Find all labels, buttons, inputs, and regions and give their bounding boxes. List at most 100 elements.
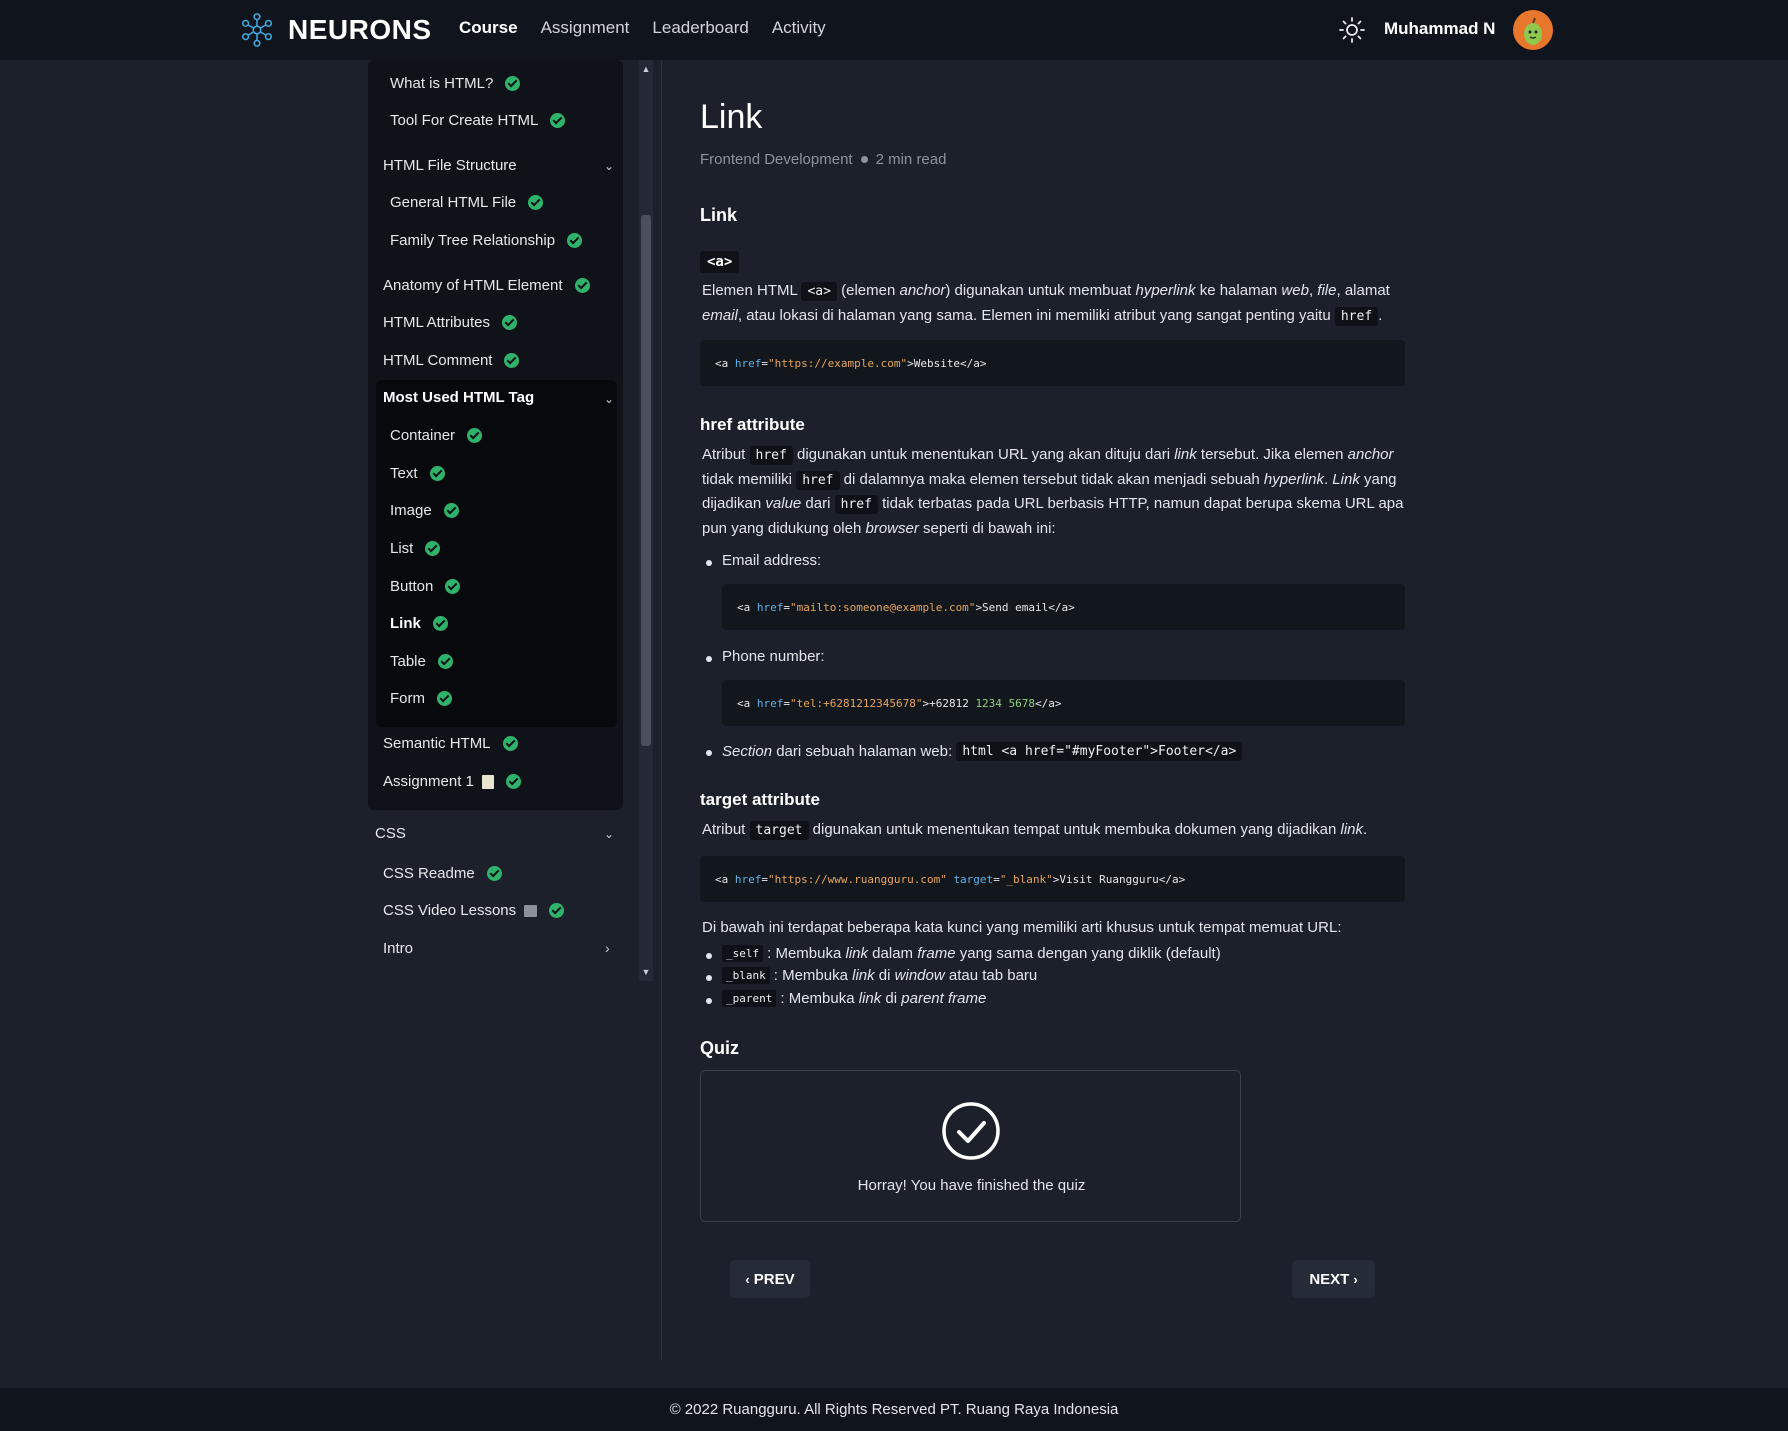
nav-course[interactable]: Course bbox=[459, 18, 518, 38]
chevron-right-icon[interactable]: › bbox=[605, 940, 610, 956]
sidebar-item-what-is-html[interactable]: What is HTML? bbox=[390, 75, 521, 92]
next-button[interactable]: NEXT › bbox=[1292, 1260, 1375, 1298]
code-block-phone: <a href = "tel:+6281212345678" >+62812 1234… bbox=[722, 680, 1405, 726]
target-description: Atribut target digunakan untuk menentuka… bbox=[702, 821, 1368, 840]
sidebar-item-label: HTML Comment bbox=[383, 352, 493, 369]
bullet-email: Email address: bbox=[705, 552, 822, 569]
nav-leaderboard[interactable]: Leaderboard bbox=[652, 18, 748, 38]
check-circle-icon bbox=[574, 278, 590, 293]
sidebar-item-label: Button bbox=[390, 578, 434, 595]
check-circle-icon bbox=[550, 113, 566, 128]
quiz-result-card: Horray! You have finished the quiz bbox=[700, 1070, 1241, 1222]
check-circle-icon bbox=[445, 579, 461, 594]
brand-name: NEURONS bbox=[288, 14, 432, 45]
check-circle-icon bbox=[432, 616, 448, 631]
code-block-target: <a href = "https://www.ruangguru.com" targ… bbox=[700, 856, 1405, 902]
check-circle-large-icon bbox=[942, 1102, 1000, 1160]
sidebar-item-label: List bbox=[390, 540, 414, 557]
check-circle-icon bbox=[429, 466, 445, 481]
film-icon bbox=[524, 904, 538, 917]
sidebar-item-label: Semantic HTML bbox=[383, 735, 491, 752]
sidebar-item-button[interactable]: Button bbox=[390, 578, 461, 595]
course-sidebar: What is HTML? Tool For Create HTML HTML … bbox=[368, 60, 623, 976]
sidebar-item-family-tree-relationship[interactable]: Family Tree Relationship bbox=[390, 232, 583, 249]
sidebar-item-label: Anatomy of HTML Element bbox=[383, 277, 563, 294]
check-circle-icon bbox=[505, 774, 521, 789]
check-circle-icon bbox=[528, 195, 544, 210]
section-heading-link: Link bbox=[700, 205, 738, 225]
check-circle-icon bbox=[549, 903, 565, 918]
code-block-email: <a href = "mailto:someone@example.com" >Sen… bbox=[722, 584, 1405, 630]
sidebar-item-list[interactable]: List bbox=[390, 540, 441, 557]
section-heading-href: href attribute bbox=[700, 415, 805, 434]
anchor-tag-chip: <a> bbox=[700, 251, 740, 273]
quiz-heading: Quiz bbox=[700, 1038, 739, 1058]
check-circle-icon bbox=[486, 866, 502, 881]
scrollbar-thumb[interactable] bbox=[641, 215, 651, 746]
sidebar-item-label: HTML File Structure bbox=[383, 157, 517, 174]
sidebar-section-most-used-html-tag[interactable]: Most Used HTML Tag bbox=[383, 389, 534, 406]
prev-button[interactable]: ‹ PREV bbox=[730, 1260, 810, 1298]
chevron-down-icon[interactable]: ⌄ bbox=[604, 392, 614, 406]
top-navbar: NEURONS Course Assignment Leaderboard Ac… bbox=[0, 0, 1788, 60]
page-footer: © 2022 Ruangguru. All Rights Reserved PT… bbox=[0, 1388, 1788, 1431]
nav-assignment[interactable]: Assignment bbox=[541, 18, 630, 38]
sidebar-item-tool-for-create-html[interactable]: Tool For Create HTML bbox=[390, 112, 566, 129]
sidebar-item-container[interactable]: Container bbox=[390, 427, 483, 444]
sidebar-item-label: CSS bbox=[375, 825, 406, 842]
scroll-down-arrow-icon[interactable]: ▼ bbox=[639, 965, 653, 979]
sidebar-item-image[interactable]: Image bbox=[390, 502, 459, 519]
user-name[interactable]: Muhammad N bbox=[1384, 19, 1495, 39]
sidebar-section-css[interactable]: CSS bbox=[375, 825, 406, 842]
quiz-finished-message: Horray! You have finished the quiz bbox=[857, 1177, 1086, 1194]
sidebar-item-label: Form bbox=[390, 690, 425, 707]
check-circle-icon bbox=[504, 353, 520, 368]
main-nav: Course Assignment Leaderboard Activity bbox=[459, 18, 826, 38]
sidebar-item-css-video-lessons[interactable]: CSS Video Lessons bbox=[383, 902, 565, 919]
article-category: Frontend Development bbox=[700, 151, 853, 168]
href-description: Atribut href digunakan untuk menentukan … bbox=[702, 446, 1404, 537]
check-circle-icon bbox=[437, 691, 452, 706]
check-circle-icon bbox=[502, 736, 518, 751]
sidebar-item-label: CSS Video Lessons bbox=[383, 902, 517, 919]
bullet-target-blank: _blank: Membuka link di window atau tab … bbox=[705, 967, 1037, 984]
chevron-left-icon: ‹ bbox=[745, 1271, 750, 1287]
sidebar-section-intro[interactable]: Intro bbox=[383, 940, 413, 957]
sidebar-item-label: HTML Attributes bbox=[383, 314, 490, 331]
section-heading-target: target attribute bbox=[700, 790, 820, 809]
neurons-logo-icon bbox=[241, 13, 273, 47]
chevron-right-icon: › bbox=[1353, 1271, 1358, 1287]
sidebar-section-html-file-structure[interactable]: HTML File Structure bbox=[383, 157, 517, 174]
sidebar-item-html-comment[interactable]: HTML Comment bbox=[383, 352, 520, 369]
nav-activity[interactable]: Activity bbox=[772, 18, 826, 38]
scroll-up-arrow-icon[interactable]: ▲ bbox=[639, 62, 653, 76]
sidebar-item-label: What is HTML? bbox=[390, 75, 494, 92]
sidebar-scrollbar[interactable]: ▲ ▼ bbox=[639, 60, 653, 981]
sidebar-item-css-readme[interactable]: CSS Readme bbox=[383, 865, 502, 882]
chevron-down-icon[interactable]: ⌄ bbox=[604, 827, 614, 841]
avatar[interactable] bbox=[1513, 10, 1553, 50]
sidebar-item-link-active[interactable]: Link bbox=[390, 615, 448, 632]
sidebar-item-general-html-file[interactable]: General HTML File bbox=[390, 194, 544, 211]
sidebar-item-label: Assignment 1 bbox=[383, 773, 474, 790]
sidebar-item-label: Container bbox=[390, 427, 456, 444]
check-circle-icon bbox=[425, 541, 441, 556]
sun-icon[interactable] bbox=[1338, 16, 1366, 44]
sidebar-item-label: Tool For Create HTML bbox=[390, 112, 539, 129]
check-circle-icon bbox=[505, 76, 521, 91]
check-circle-icon bbox=[437, 654, 453, 669]
check-circle-icon bbox=[501, 315, 517, 330]
target-keywords-intro: Di bawah ini terdapat beberapa kata kunc… bbox=[702, 919, 1342, 936]
sidebar-item-html-attributes[interactable]: HTML Attributes bbox=[383, 314, 517, 331]
sidebar-item-anatomy-of-html-element[interactable]: Anatomy of HTML Element bbox=[383, 277, 590, 294]
code-block-basic-link: <a href = "https://example.com" >Website</a… bbox=[700, 340, 1405, 386]
brand-logo[interactable]: NEURONS bbox=[238, 10, 432, 50]
sidebar-item-assignment-1[interactable]: Assignment 1 bbox=[383, 773, 521, 790]
sidebar-item-text[interactable]: Text bbox=[390, 465, 445, 482]
sidebar-item-semantic-html[interactable]: Semantic HTML bbox=[383, 735, 518, 752]
meta-separator bbox=[860, 156, 868, 163]
sidebar-item-label: General HTML File bbox=[390, 194, 517, 211]
chevron-down-icon[interactable]: ⌄ bbox=[604, 159, 614, 173]
sidebar-item-form[interactable]: Form bbox=[390, 690, 452, 707]
sidebar-item-table[interactable]: Table bbox=[390, 653, 453, 670]
